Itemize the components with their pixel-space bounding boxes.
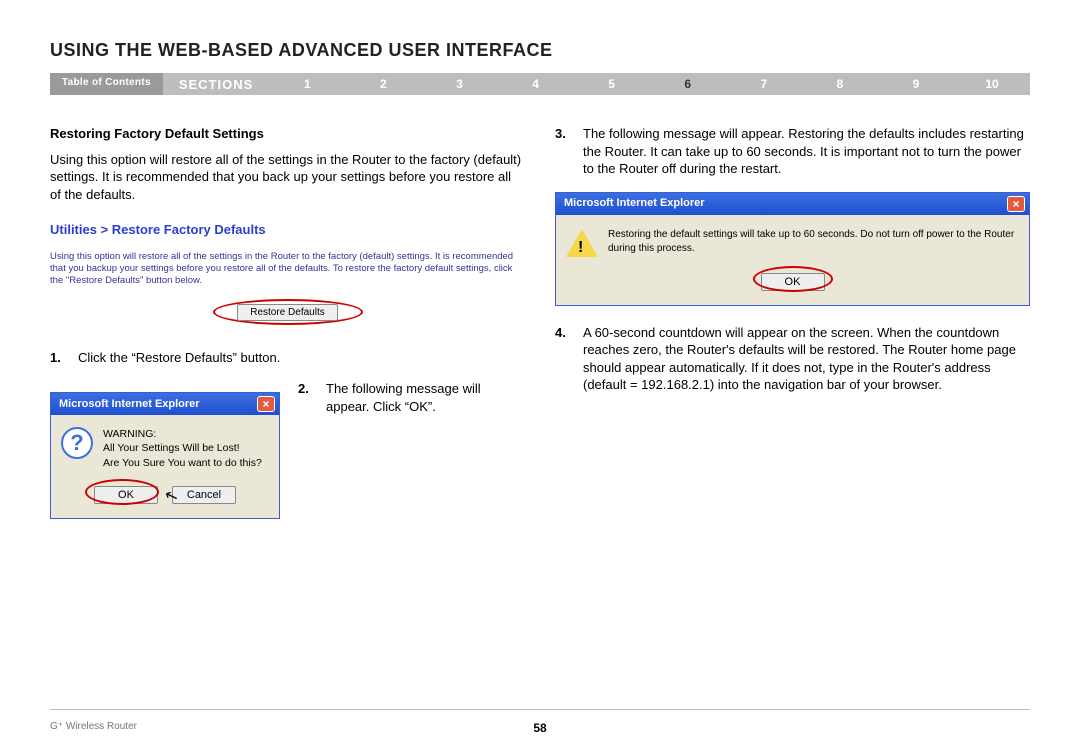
cancel-button[interactable]: Cancel bbox=[172, 486, 236, 504]
step-number: 2. bbox=[298, 380, 326, 415]
footer-divider bbox=[50, 709, 1030, 710]
step-text: Click the “Restore Defaults” button. bbox=[78, 349, 525, 367]
step-number: 4. bbox=[555, 324, 583, 394]
section-link-3[interactable]: 3 bbox=[421, 77, 497, 91]
section-link-6[interactable]: 6 bbox=[650, 77, 726, 91]
confirm-dialog: Microsoft Internet Explorer × ? WARNING:… bbox=[50, 392, 280, 519]
toc-link[interactable]: Table of Contents bbox=[50, 73, 163, 95]
step-3: 3. The following message will appear. Re… bbox=[555, 125, 1030, 178]
question-icon: ? bbox=[61, 427, 93, 459]
section-heading: Restoring Factory Default Settings bbox=[50, 125, 525, 143]
dialog-line: Are You Sure You want to do this? bbox=[103, 456, 262, 470]
section-link-9[interactable]: 9 bbox=[878, 77, 954, 91]
sections-label: SECTIONS bbox=[163, 73, 269, 95]
section-link-1[interactable]: 1 bbox=[269, 77, 345, 91]
dialog-title: Microsoft Internet Explorer bbox=[564, 196, 705, 211]
section-number-list: 1 2 3 4 5 6 7 8 9 10 bbox=[269, 73, 1030, 95]
step-2: 2. The following message will appear. Cl… bbox=[298, 380, 525, 415]
step-4: 4. A 60-second countdown will appear on … bbox=[555, 324, 1030, 394]
page-footer: G⁺ Wireless Router 58 bbox=[50, 721, 1030, 732]
close-icon[interactable]: × bbox=[1007, 196, 1025, 212]
info-dialog: Microsoft Internet Explorer × Restoring … bbox=[555, 192, 1030, 306]
intro-paragraph: Using this option will restore all of th… bbox=[50, 151, 525, 204]
section-link-8[interactable]: 8 bbox=[802, 77, 878, 91]
dialog-title: Microsoft Internet Explorer bbox=[59, 397, 200, 412]
step-1: 1. Click the “Restore Defaults” button. bbox=[50, 349, 525, 367]
step-text: The following message will appear. Resto… bbox=[583, 125, 1030, 178]
breadcrumb: Utilities > Restore Factory Defaults bbox=[50, 221, 525, 239]
dialog-line: All Your Settings Will be Lost! bbox=[103, 441, 262, 455]
warning-icon bbox=[566, 229, 598, 257]
section-link-5[interactable]: 5 bbox=[574, 77, 650, 91]
restore-description: Using this option will restore all of th… bbox=[50, 251, 525, 288]
step-number: 1. bbox=[50, 349, 78, 367]
restore-defaults-button[interactable]: Restore Defaults bbox=[237, 304, 337, 321]
dialog-message: Restoring the default settings will take… bbox=[608, 228, 1017, 255]
dialog-message: WARNING: All Your Settings Will be Lost!… bbox=[103, 427, 262, 470]
step-number: 3. bbox=[555, 125, 583, 178]
page-number: 58 bbox=[533, 721, 546, 735]
dialog-titlebar: Microsoft Internet Explorer × bbox=[556, 193, 1029, 215]
section-link-4[interactable]: 4 bbox=[498, 77, 574, 91]
section-link-2[interactable]: 2 bbox=[345, 77, 421, 91]
section-link-7[interactable]: 7 bbox=[726, 77, 802, 91]
dialog-line: WARNING: bbox=[103, 427, 262, 441]
step-text: A 60-second countdown will appear on the… bbox=[583, 324, 1030, 394]
step-text: The following message will appear. Click… bbox=[326, 380, 525, 415]
section-link-10[interactable]: 10 bbox=[954, 77, 1030, 91]
right-column: 3. The following message will appear. Re… bbox=[555, 125, 1030, 519]
page-title: USING THE WEB-BASED ADVANCED USER INTERF… bbox=[0, 0, 1080, 73]
restore-defaults-panel: Utilities > Restore Factory Defaults Usi… bbox=[50, 221, 525, 321]
footer-product-name: G⁺ Wireless Router bbox=[50, 721, 137, 732]
section-nav-bar: Table of Contents SECTIONS 1 2 3 4 5 6 7… bbox=[50, 73, 1030, 95]
dialog-titlebar: Microsoft Internet Explorer × bbox=[51, 393, 279, 415]
close-icon[interactable]: × bbox=[257, 396, 275, 412]
left-column: Restoring Factory Default Settings Using… bbox=[50, 125, 525, 519]
annotation-ellipse-icon bbox=[85, 479, 159, 505]
annotation-ellipse-icon bbox=[753, 266, 833, 292]
